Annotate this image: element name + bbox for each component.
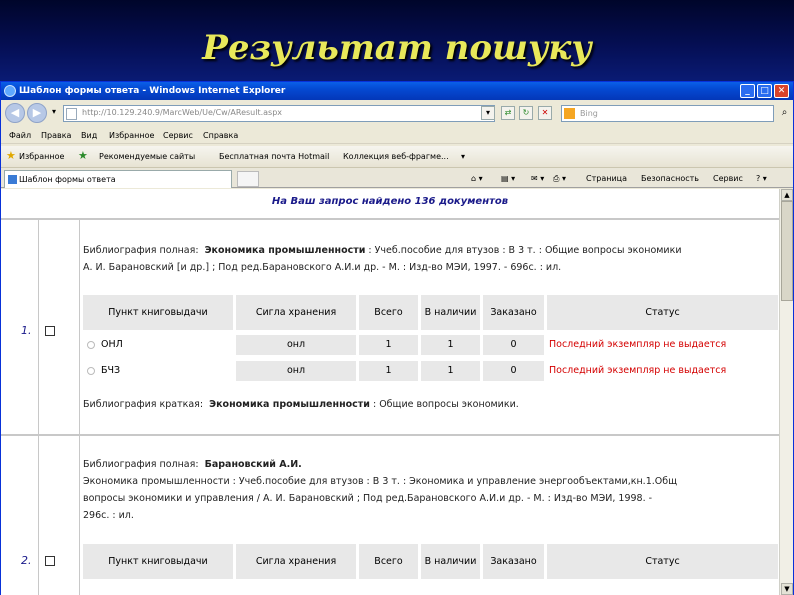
- th-point: Пункт книговыдачи: [83, 295, 233, 330]
- menu-favorites[interactable]: Избранное: [109, 131, 154, 140]
- th-sigla: Сигла хранения: [236, 544, 356, 579]
- th-sigla: Сигла хранения: [236, 295, 356, 330]
- slide-header: Результат пошуку: [0, 0, 794, 85]
- browser-window: Шаблон формы ответа - Windows Internet E…: [0, 81, 794, 595]
- refresh-icon[interactable]: ↻: [519, 106, 533, 120]
- row-available: 1: [421, 335, 480, 355]
- tab-bar: Шаблон формы ответа ⌂ ▾ ▤ ▾ ✉ ▾ ⎙ ▾ Стра…: [1, 168, 793, 188]
- address-bar[interactable]: http://10.129.240.9/MarcWeb/Ue/Cw/AResul…: [63, 105, 495, 122]
- mail-icon[interactable]: ✉ ▾: [531, 174, 544, 183]
- address-dropdown-icon[interactable]: ▾: [481, 106, 495, 120]
- fav-hotmail[interactable]: Бесплатная почта Hotmail: [219, 152, 329, 161]
- navigation-bar: ◀ ▶ ▾ http://10.129.240.9/MarcWeb/Ue/Cw/…: [1, 101, 793, 127]
- page-content: На Ваш запрос найдено 136 документов 1. …: [1, 189, 779, 595]
- tab-page-icon: [8, 175, 17, 184]
- stop-icon[interactable]: ✕: [538, 106, 552, 120]
- print-icon[interactable]: ⎙ ▾: [553, 174, 566, 184]
- maximize-button[interactable]: □: [757, 84, 772, 98]
- row-ordered: 0: [483, 361, 544, 381]
- record-number: 2.: [21, 554, 32, 567]
- forward-button[interactable]: ▶: [27, 103, 47, 123]
- menu-tools[interactable]: Сервис: [163, 131, 193, 140]
- th-status: Статус: [547, 295, 778, 330]
- tab-title: Шаблон формы ответа: [19, 175, 116, 184]
- row-point[interactable]: БЧЗ: [83, 361, 233, 381]
- th-point: Пункт книговыдачи: [83, 544, 233, 579]
- menu-bar: Файл Правка Вид Избранное Сервис Справка: [1, 128, 793, 144]
- th-total: Всего: [359, 544, 418, 579]
- th-ordered: Заказано: [483, 544, 544, 579]
- search-box[interactable]: Bing: [561, 105, 774, 122]
- radio-icon[interactable]: [87, 341, 95, 349]
- radio-icon[interactable]: [87, 367, 95, 375]
- fav-webslice[interactable]: Коллекция веб-фрагме...: [343, 152, 449, 161]
- menu-edit[interactable]: Правка: [41, 131, 71, 140]
- home-icon[interactable]: ⌂ ▾: [471, 174, 483, 183]
- fav-more-icon[interactable]: ▾: [461, 152, 465, 161]
- row-ordered: 0: [483, 335, 544, 355]
- row-total: 1: [359, 335, 418, 355]
- th-available: В наличии: [421, 295, 480, 330]
- ie-icon: [4, 85, 16, 97]
- fav-recommended[interactable]: Рекомендуемые сайты: [99, 152, 195, 161]
- back-button[interactable]: ◀: [5, 103, 25, 123]
- bib-full: Библиография полная: Экономика промышлен…: [83, 245, 682, 273]
- slide-title: Результат пошуку: [202, 28, 592, 68]
- row-total: 1: [359, 361, 418, 381]
- minimize-button[interactable]: _: [740, 84, 755, 98]
- row-sigla: онл: [236, 335, 356, 355]
- row-status: Последний экземпляр не выдается: [547, 335, 778, 355]
- tools-menu[interactable]: Сервис: [713, 174, 743, 183]
- add-favorite-icon[interactable]: ★: [78, 149, 88, 162]
- row-sigla: онл: [236, 361, 356, 381]
- menu-help[interactable]: Справка: [203, 131, 238, 140]
- th-status: Статус: [547, 544, 778, 579]
- compatibility-icon[interactable]: ⇄: [501, 106, 515, 120]
- row-status: Последний экземпляр не выдается: [547, 361, 778, 381]
- th-ordered: Заказано: [483, 295, 544, 330]
- new-tab-button[interactable]: [237, 171, 259, 187]
- search-icon[interactable]: ⌕: [778, 105, 791, 121]
- tab-current[interactable]: Шаблон формы ответа: [4, 170, 232, 188]
- bib-full: Библиография полная: Барановский А.И. Эк…: [83, 459, 678, 521]
- th-total: Всего: [359, 295, 418, 330]
- scroll-down-icon[interactable]: ▼: [781, 583, 793, 595]
- scroll-up-icon[interactable]: ▲: [781, 189, 793, 201]
- record-2: 2. Библиография полная: Барановский А.И.…: [1, 434, 779, 595]
- close-button[interactable]: ✕: [774, 84, 789, 98]
- address-url: http://10.129.240.9/MarcWeb/Ue/Cw/AResul…: [82, 108, 283, 117]
- record-checkbox[interactable]: [45, 556, 55, 566]
- history-dropdown-icon[interactable]: ▾: [47, 106, 61, 120]
- menu-file[interactable]: Файл: [9, 131, 31, 140]
- window-title: Шаблон формы ответа - Windows Internet E…: [19, 86, 286, 96]
- title-bar: Шаблон формы ответа - Windows Internet E…: [1, 82, 793, 100]
- row-point[interactable]: ОНЛ: [83, 335, 233, 355]
- bib-short: Библиография краткая: Экономика промышле…: [83, 399, 519, 410]
- results-count: На Ваш запрос найдено 136 документов: [271, 196, 509, 207]
- record-number: 1.: [21, 324, 32, 337]
- record-1: 1. Библиография полная: Экономика промыш…: [1, 218, 779, 434]
- feeds-icon[interactable]: ▤ ▾: [501, 174, 515, 183]
- favorites-bar: ★ Избранное ★ Рекомендуемые сайты Беспла…: [1, 146, 793, 168]
- th-available: В наличии: [421, 544, 480, 579]
- help-icon[interactable]: ? ▾: [756, 174, 767, 183]
- search-placeholder: Bing: [580, 109, 598, 118]
- bing-icon: [564, 108, 575, 119]
- safety-menu[interactable]: Безопасность: [641, 174, 699, 183]
- record-checkbox[interactable]: [45, 326, 55, 336]
- row-available: 1: [421, 361, 480, 381]
- favorites-button[interactable]: Избранное: [19, 152, 64, 161]
- scroll-thumb[interactable]: [781, 201, 793, 301]
- page-menu[interactable]: Страница: [586, 174, 627, 183]
- favorites-star-icon: ★: [6, 149, 16, 162]
- menu-view[interactable]: Вид: [81, 131, 97, 140]
- vertical-scrollbar[interactable]: ▲ ▼: [779, 189, 793, 595]
- page-icon: [66, 108, 77, 120]
